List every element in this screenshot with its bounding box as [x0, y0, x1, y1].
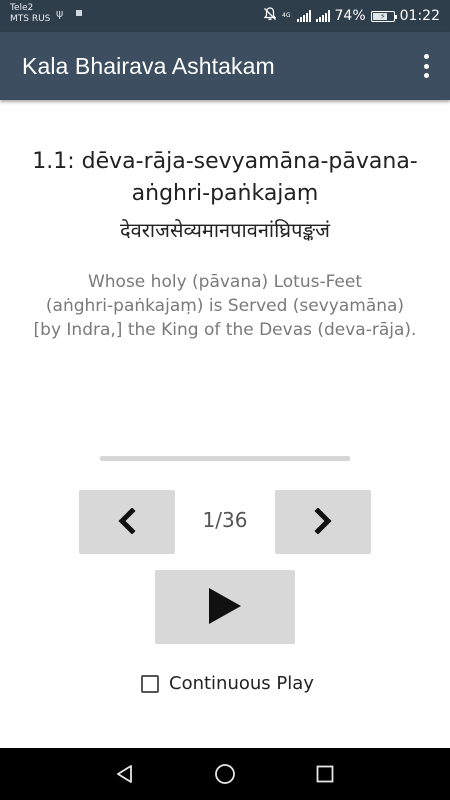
- app-title: Kala Bhairava Ashtakam: [22, 53, 275, 79]
- status-bar: Tele2 MTS RUS ψ 4G 74% ⚡ 01:22: [0, 0, 450, 32]
- system-navigation-bar: [0, 748, 450, 800]
- battery-percent: 74%: [334, 8, 366, 24]
- previous-verse-button[interactable]: [79, 490, 175, 554]
- charging-bolt-icon: ⚡: [379, 11, 386, 21]
- app-bar: Kala Bhairava Ashtakam: [0, 32, 450, 100]
- translation-line-2: (aṅghri-paṅkajaṃ) is Served (sevyamāna): [45, 296, 405, 316]
- network-type-label: 4G: [282, 12, 291, 19]
- verse-title: 1.1: dēva-rāja-sevyamāna-pāvana- aṅghri-…: [20, 146, 430, 210]
- translation-line-1: Whose holy (pāvana) Lotus-Feet: [87, 272, 363, 292]
- back-icon[interactable]: [111, 760, 139, 788]
- status-icons: 4G 74% ⚡ 01:22: [263, 7, 440, 25]
- continuous-play-toggle[interactable]: Continuous Play: [141, 673, 314, 694]
- signal-icon: [296, 10, 311, 22]
- translation-line-3: [by Indra,] the King of the Devas (deva-…: [33, 320, 417, 340]
- recents-icon[interactable]: [311, 760, 339, 788]
- carrier-name-primary: Tele2: [10, 3, 34, 13]
- chevron-left-icon: [116, 506, 138, 537]
- usb-icon: ψ: [56, 7, 64, 20]
- clock: 01:22: [399, 8, 440, 24]
- play-button[interactable]: [155, 570, 295, 644]
- verse-counter: 1/36: [202, 508, 248, 532]
- verse-title-line-2: aṅghri-paṅkajaṃ: [131, 181, 319, 206]
- mute-icon: [263, 7, 277, 25]
- verse-devanagari: देवराजसेव्यमानपावनांघ्रिपङ्कजं: [120, 218, 330, 242]
- carrier-info: Tele2 MTS RUS: [10, 3, 50, 25]
- verse-title-line-1: 1.1: dēva-rāja-sevyamāna-pāvana-: [32, 149, 418, 174]
- next-verse-button[interactable]: [275, 490, 371, 554]
- chevron-right-icon: [312, 506, 334, 537]
- carrier-name-secondary: MTS RUS: [10, 14, 51, 24]
- play-icon: [207, 586, 243, 629]
- continuous-play-label: Continuous Play: [169, 673, 314, 694]
- signal-icon-secondary: [315, 10, 330, 22]
- battery-icon: ⚡: [370, 10, 397, 22]
- verse-translation: Whose holy (pāvana) Lotus-Feet (aṅghri-p…: [28, 270, 422, 342]
- audio-progress-bar[interactable]: [100, 456, 350, 461]
- notification-square-icon: [76, 10, 82, 16]
- more-vert-icon[interactable]: [422, 54, 430, 78]
- continuous-play-checkbox[interactable]: [141, 674, 159, 693]
- home-icon[interactable]: [211, 760, 239, 788]
